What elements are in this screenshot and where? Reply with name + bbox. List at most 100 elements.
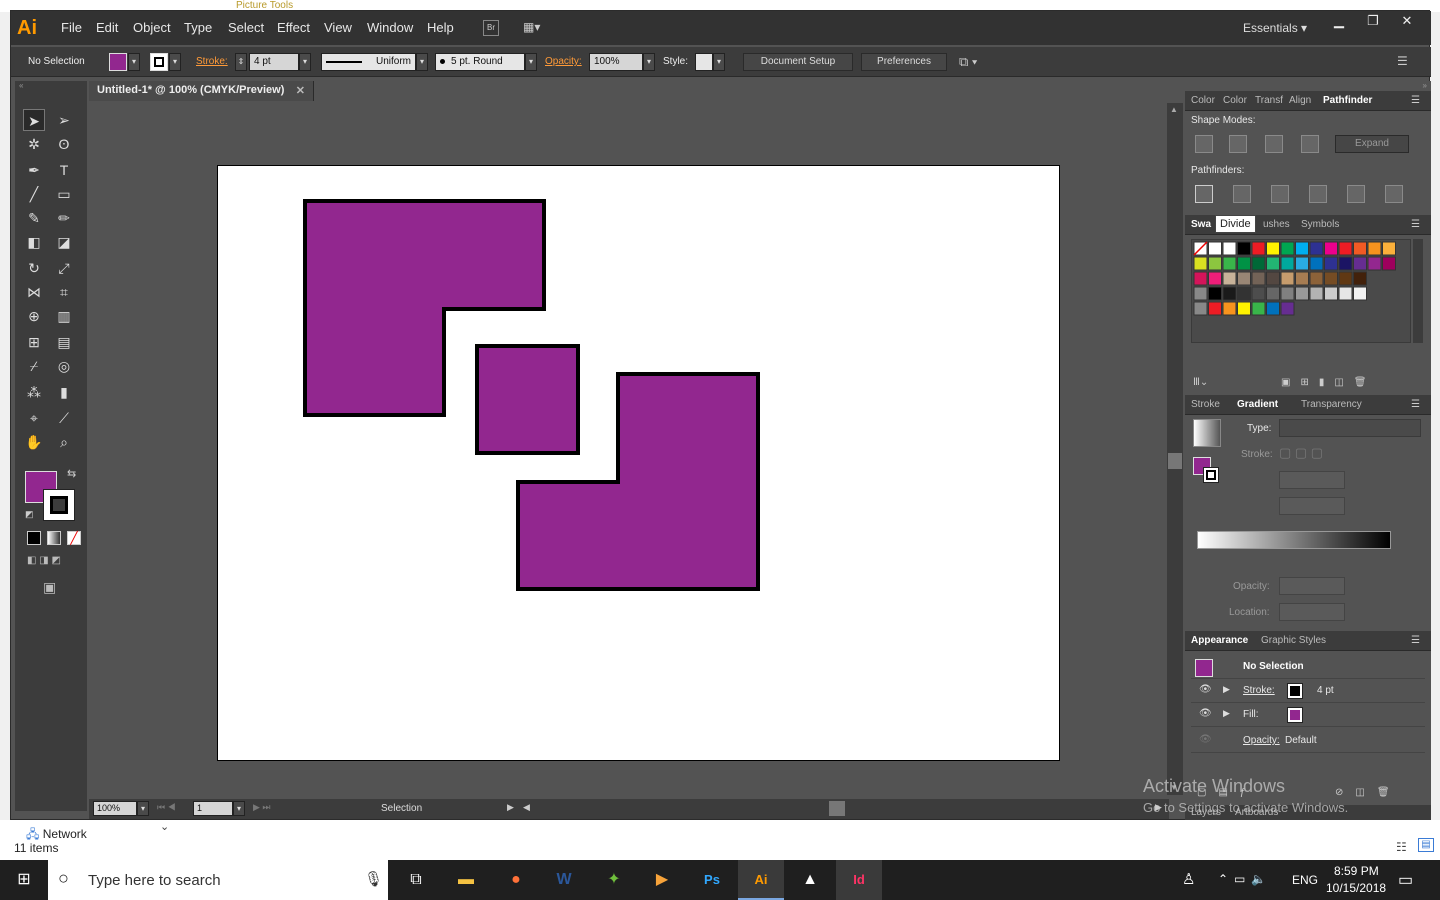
language-indicator[interactable]: ENG <box>1292 873 1318 887</box>
fill-swatch[interactable] <box>109 53 127 71</box>
swatch[interactable] <box>1295 286 1309 301</box>
swatch[interactable] <box>1295 256 1309 271</box>
swatch[interactable] <box>1324 271 1338 286</box>
photoshop-taskbar-icon[interactable]: Ps <box>692 866 732 894</box>
swatch-libraries-icon[interactable]: Ⅲ⌄ <box>1193 377 1208 388</box>
horizontal-scroll-thumb[interactable] <box>829 801 845 816</box>
zoom-field[interactable]: 100% <box>93 801 137 816</box>
menu-edit[interactable]: Edit <box>96 20 118 35</box>
brush-dropdown[interactable]: ▾ <box>525 53 537 71</box>
microphone-icon[interactable]: 🎙 <box>364 870 383 888</box>
firefox-taskbar-icon[interactable]: ● <box>496 866 536 894</box>
gradient-mode-icon[interactable] <box>47 531 61 545</box>
artboard-number-field[interactable]: 1 <box>193 801 233 816</box>
appearance-stroke-swatch[interactable] <box>1287 683 1303 699</box>
gradient-panel-menu-icon[interactable]: ☰ <box>1411 399 1420 410</box>
zoom-tool-icon[interactable]: ⌕ <box>53 431 75 453</box>
swatch[interactable] <box>1353 271 1367 286</box>
swatch[interactable] <box>1222 286 1237 301</box>
system-tray-icons[interactable]: ⌃▭🔈 <box>1218 872 1272 886</box>
opacity-dropdown[interactable]: ▾ <box>643 53 655 71</box>
stroke-visibility-icon[interactable]: 👁 <box>1199 684 1212 695</box>
status-menu-icon[interactable]: ▶ <box>507 802 514 813</box>
divide-icon[interactable] <box>1195 185 1213 203</box>
swatch[interactable] <box>1208 256 1222 271</box>
tab-graphic-styles[interactable]: Graphic Styles <box>1261 635 1326 646</box>
pathfinder-panel-menu-icon[interactable]: ☰ <box>1411 95 1420 106</box>
swatch[interactable] <box>1309 241 1324 256</box>
stroke-weight-dropdown[interactable]: ▾ <box>299 53 311 71</box>
arrange-documents-button[interactable]: ▦▾ <box>523 20 551 36</box>
gradient-angle-field[interactable] <box>1279 471 1345 489</box>
swatches-panel-menu-icon[interactable]: ☰ <box>1411 219 1420 230</box>
scroll-left-icon[interactable]: ◀ <box>523 802 530 813</box>
large-icons-view-icon[interactable]: ▤ <box>1418 838 1434 852</box>
swatch[interactable] <box>1367 256 1382 271</box>
tab-color[interactable]: Color <box>1191 95 1215 106</box>
expand-button[interactable]: Expand <box>1335 135 1409 153</box>
swatch[interactable] <box>1338 241 1353 256</box>
fill-visibility-icon[interactable]: 👁 <box>1199 708 1212 719</box>
menu-help[interactable]: Help <box>427 20 454 35</box>
swatch[interactable] <box>1338 286 1353 301</box>
swatch[interactable] <box>1251 301 1266 316</box>
action-center-icon[interactable]: ▭ <box>1398 870 1413 890</box>
opacity-visibility-icon[interactable]: 👁 <box>1199 734 1212 745</box>
minus-front-icon[interactable] <box>1229 135 1247 153</box>
mesh-tool-icon[interactable]: ⊞ <box>23 331 45 353</box>
swatch[interactable] <box>1222 256 1237 271</box>
rotate-tool-icon[interactable]: ↻ <box>23 257 45 279</box>
swatch[interactable] <box>1280 256 1295 271</box>
blend-tool-icon[interactable]: ◎ <box>53 355 75 377</box>
gradient-aspect-field[interactable] <box>1279 497 1345 515</box>
swatch[interactable] <box>1280 271 1295 286</box>
indesign-taskbar-icon[interactable]: Id <box>839 866 879 894</box>
tab-align[interactable]: Align <box>1289 95 1311 106</box>
zoom-dropdown[interactable]: ▾ <box>137 801 149 816</box>
workspace-switcher[interactable]: Essentials ▾ <box>1243 21 1307 35</box>
gradient-tool-icon[interactable]: ▤ <box>53 331 75 353</box>
swatch[interactable] <box>1353 241 1367 256</box>
eyedropper-tool-icon[interactable]: ⌿ <box>23 355 45 377</box>
word-taskbar-icon[interactable]: W <box>544 866 584 894</box>
gradient-location-field[interactable] <box>1279 603 1345 621</box>
swatch[interactable] <box>1208 301 1222 316</box>
magic-wand-tool-icon[interactable]: ✲ <box>23 133 45 155</box>
swatch[interactable] <box>1338 271 1353 286</box>
gradient-type-dropdown[interactable] <box>1279 419 1421 437</box>
next-artboard-icon[interactable]: ▶ ⏭ <box>253 802 271 813</box>
style-dropdown[interactable]: ▾ <box>713 53 725 71</box>
graphic-style-swatch[interactable] <box>695 53 713 71</box>
swatch[interactable] <box>1382 256 1396 271</box>
task-view-icon[interactable]: ⧉ <box>396 866 436 894</box>
eraser-tool-icon[interactable]: ◪ <box>53 231 75 253</box>
brush-definition[interactable]: 5 pt. Round <box>435 53 525 71</box>
menu-effect[interactable]: Effect <box>277 20 310 35</box>
stroke-swatch[interactable] <box>150 53 168 71</box>
close-icon[interactable]: ✕ <box>1392 13 1422 31</box>
tab-pathfinder[interactable]: Pathfinder <box>1323 95 1372 106</box>
swatch[interactable] <box>1382 241 1396 256</box>
gradient-preview[interactable] <box>1193 419 1221 447</box>
menu-window[interactable]: Window <box>367 20 413 35</box>
screen-mode-icon[interactable]: ▣ <box>43 579 56 596</box>
preferences-button[interactable]: Preferences <box>861 53 947 71</box>
swatches-scrollbar[interactable] <box>1413 239 1423 343</box>
swatch[interactable] <box>1324 241 1338 256</box>
dock-collapse-icon[interactable]: » <box>1185 81 1431 91</box>
blob-brush-tool-icon[interactable]: ◧ <box>23 231 45 253</box>
gradient-stroke-indicator[interactable] <box>1203 467 1219 483</box>
swatch[interactable] <box>1251 286 1266 301</box>
details-view-icon[interactable]: ☷ <box>1396 840 1407 854</box>
swatch[interactable] <box>1237 241 1251 256</box>
pencil-tool-icon[interactable]: ✏ <box>53 207 75 229</box>
swatch[interactable] <box>1266 286 1280 301</box>
outline-icon[interactable] <box>1347 185 1365 203</box>
color-mode-icon[interactable] <box>27 531 41 545</box>
swatch[interactable] <box>1222 301 1237 316</box>
swatch[interactable] <box>1266 256 1280 271</box>
menu-file[interactable]: File <box>61 20 82 35</box>
swatch-group-folder-icon[interactable] <box>1193 286 1208 301</box>
stroke-stepper[interactable]: ⇕ <box>235 53 247 71</box>
swatch-registration[interactable] <box>1208 241 1222 256</box>
